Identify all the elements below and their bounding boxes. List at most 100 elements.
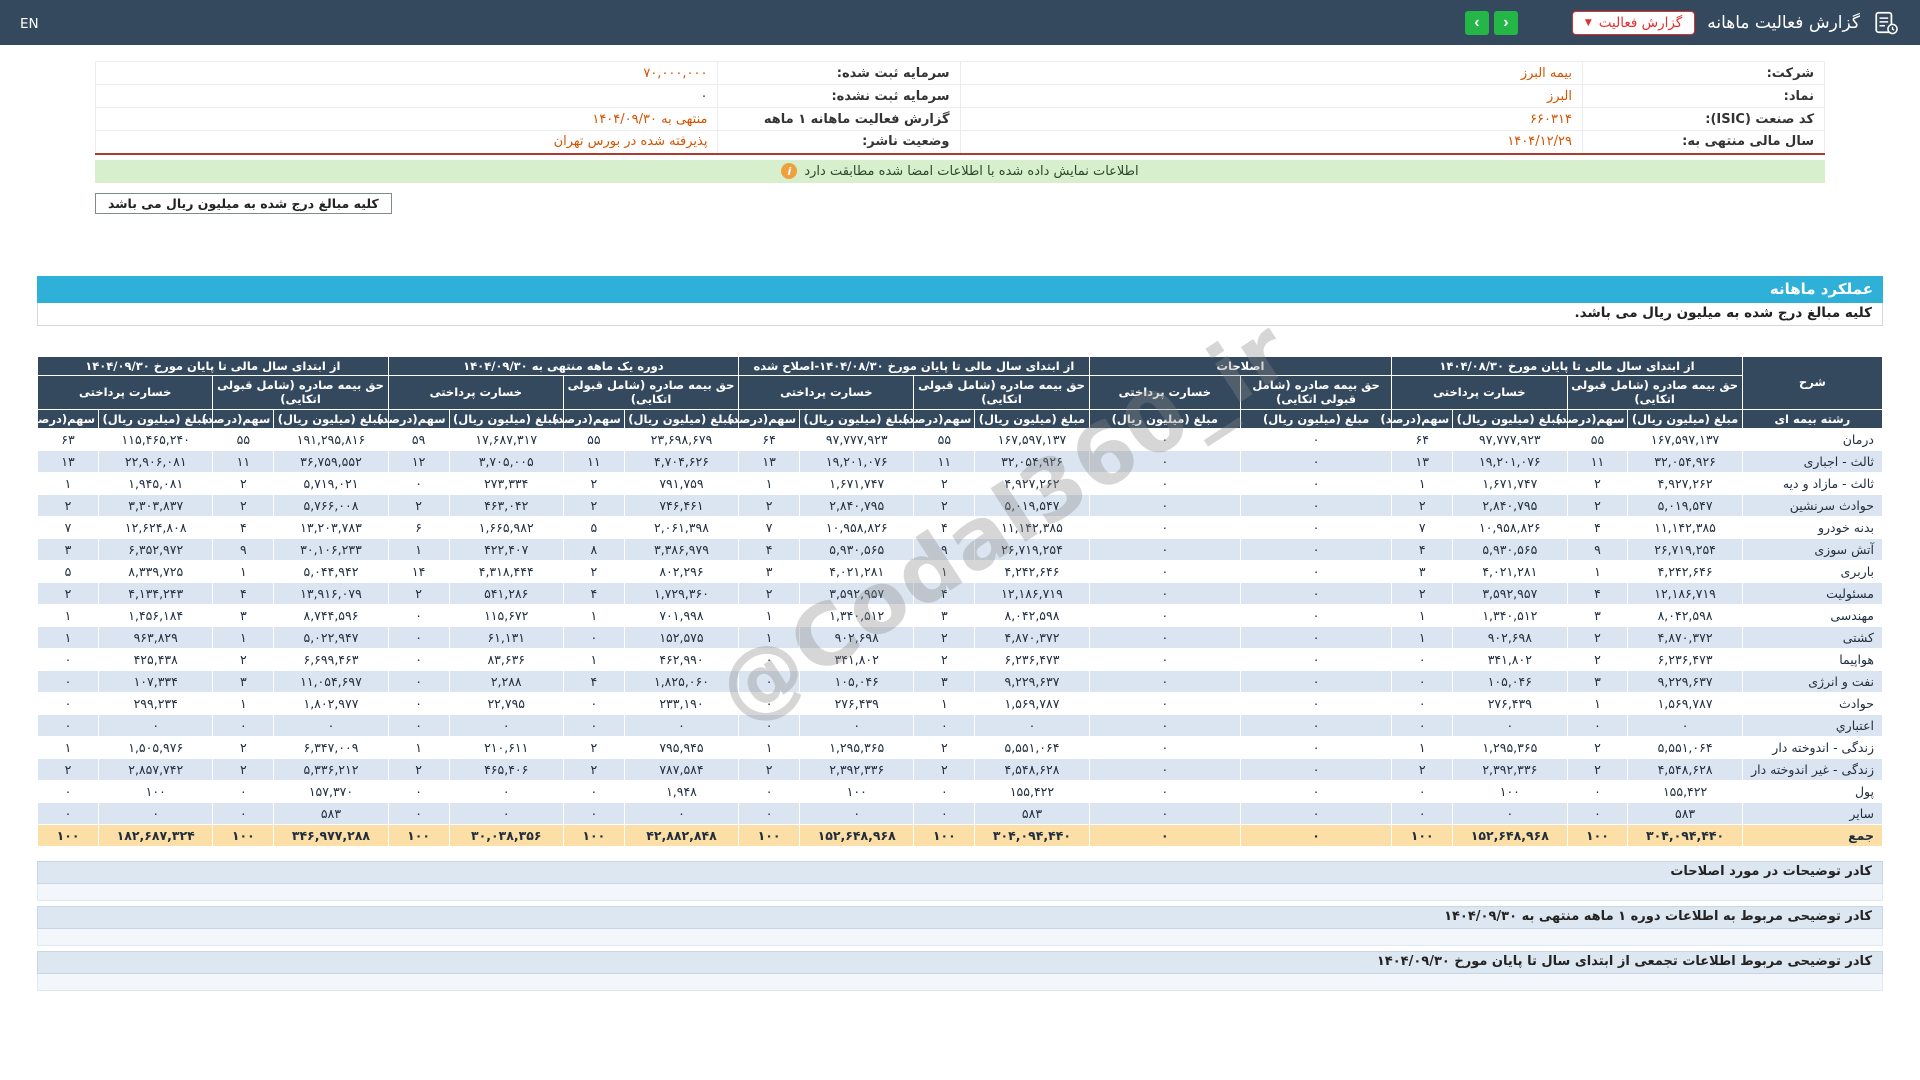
table-cell: ۴,۹۲۷,۲۶۲	[1627, 472, 1743, 495]
table-cell: ۹,۲۲۹,۶۳۷	[974, 670, 1090, 693]
table-cell: ۱,۹۴۸	[623, 780, 740, 803]
table-cell: ۱۵۲,۶۴۸,۹۶۸	[799, 824, 915, 847]
table-cell: ۱,۳۴۰,۵۱۲	[1452, 604, 1568, 627]
table-cell: ۳۴۶,۹۷۷,۲۸۸	[273, 824, 389, 847]
table-cell: ۲	[1566, 494, 1629, 517]
table-cell: ۲,۲۸۸	[448, 670, 564, 693]
col-group-header: دوره یک ماهه منتهی به ۱۴۰۴/۰۹/۳۰	[387, 355, 740, 376]
table-cell: ۰	[799, 714, 915, 737]
table-cell: ۳,۷۰۵,۰۰۵	[448, 450, 564, 473]
table-cell: ۹۰۲,۶۹۸	[1452, 626, 1568, 649]
table-cell: ۴	[1566, 516, 1629, 539]
info-label: سرمایه ثبت شده:	[717, 61, 961, 85]
col-group-header: از ابتدای سال مالی تا پایان مورخ ۱۴۰۴/۰۸…	[738, 355, 1090, 376]
table-cell: ۱	[36, 604, 100, 627]
col-subheader-premium: حق بیمه صادره (شامل قبولی اتکایی)	[1239, 374, 1393, 410]
table-cell: ۰	[1391, 714, 1454, 737]
table-cell: ۳	[1566, 670, 1629, 693]
table-cell: ۰	[1088, 758, 1241, 781]
table-cell: ۷۴۶,۴۶۱	[623, 494, 740, 517]
col-header-share: سهم(درصد)	[202, 408, 275, 430]
chevron-down-icon: ▼	[1584, 17, 1592, 28]
footer-note: کادر توضیحات در مورد اصلاحات	[37, 861, 1883, 901]
table-cell: ۹۷,۷۷۷,۹۲۳	[799, 428, 915, 451]
info-icon: i	[781, 163, 798, 179]
table-cell: ۱,۵۶۹,۷۸۷	[1627, 692, 1743, 715]
language-toggle[interactable]: EN	[20, 16, 39, 32]
table-cell: ۱۰۰	[212, 824, 275, 847]
table-cell: ۰	[974, 714, 1090, 737]
table-cell: ۱۳,۲۰۳,۷۸۳	[273, 516, 389, 539]
table-cell: ۱۹۱,۲۹۵,۸۱۶	[273, 428, 389, 451]
footer-note-body	[37, 929, 1883, 946]
col-header-share: سهم(درصد)	[1380, 408, 1454, 430]
table-cell: ۰	[1239, 450, 1393, 473]
col-header-description: شرح	[1741, 355, 1884, 410]
col-subheader-premium: حق بیمه صادره (شامل قبولی اتکایی)	[212, 374, 389, 410]
table-cell: ۰	[1391, 670, 1454, 693]
table-cell: ۲	[387, 758, 450, 781]
table-cell: ۰	[1088, 736, 1241, 759]
table-cell: ۱۱	[212, 450, 275, 473]
table-row: نفت و انرژی ۹,۲۲۹,۶۳۷ ۳ ۱۰۵,۰۴۶ ۰ ۰ ۰ ۹,۲۲۹,۶۳۷…	[36, 670, 1884, 693]
table-cell: ۱۰۷,۳۳۴	[98, 670, 214, 693]
col-header-amount: مبلغ (میلیون ریال)	[273, 408, 389, 430]
table-cell: ۰	[1239, 648, 1393, 671]
table-cell: ۵,۷۶۶,۰۰۸	[273, 494, 389, 517]
total-row: جمع ۳۰۴,۰۹۴,۴۴۰ ۱۰۰ ۱۵۲,۶۴۸,۹۶۸ ۱۰۰ ۰ ۰ ۳۰۴,۰۹۴…	[36, 824, 1884, 847]
table-cell: ۲	[1566, 472, 1629, 495]
table-cell: ۰	[212, 780, 275, 803]
report-type-dropdown[interactable]: گزارش فعالیت ▼	[1571, 10, 1696, 35]
table-cell: ۱۵۲,۵۷۵	[623, 626, 740, 649]
table-cell: ۲	[1566, 736, 1629, 759]
table-cell: ۰	[913, 714, 976, 737]
table-cell: ۴,۳۱۸,۴۴۴	[448, 560, 564, 583]
table-cell: ۳	[913, 604, 976, 627]
table-cell: ۴	[738, 538, 801, 561]
table-cell: ۱۳	[738, 450, 801, 473]
table-cell: ۰	[913, 780, 976, 803]
table-cell: ۲۷۶,۴۳۹	[799, 692, 915, 715]
table-cell: ۲	[1391, 758, 1454, 781]
info-value: ۷۰,۰۰۰,۰۰۰	[94, 61, 719, 85]
table-cell: ۲	[387, 494, 450, 517]
topbar-left-cluster: EN	[20, 13, 39, 32]
table-cell: ۲	[212, 758, 275, 781]
nav-prev-button[interactable]: ‹	[1464, 10, 1489, 35]
table-cell: ۶,۳۴۷,۰۰۹	[273, 736, 389, 759]
section-unit-note: کلیه مبالغ درج شده به میلیون ریال می باش…	[37, 302, 1883, 326]
table-cell: ۰	[387, 714, 450, 737]
table-cell: ۴,۸۷۰,۳۷۲	[974, 626, 1090, 649]
table-cell: ۵,۰۲۲,۹۴۷	[273, 626, 389, 649]
table-cell: ۰	[1239, 472, 1393, 495]
col-header-share: سهم(درصد)	[727, 408, 801, 430]
table-cell: ۶۳	[36, 428, 100, 451]
footer-note-body	[37, 884, 1883, 901]
table-cell: ۳۴۱,۸۰۲	[799, 648, 915, 671]
table-cell: ۱۱,۱۴۲,۳۸۵	[1627, 516, 1743, 539]
table-row: باربری ۴,۲۴۲,۶۴۶ ۱ ۴,۰۲۱,۲۸۱ ۳ ۰ ۰ ۴,۲۴۲,۶۴۶ ۱ ۴,…	[36, 560, 1884, 583]
table-cell: ۱	[562, 604, 625, 627]
table-cell: ۱	[212, 560, 275, 583]
table-cell: ۰	[562, 780, 625, 803]
row-label: نفت و انرژی	[1741, 670, 1884, 693]
table-cell: ۱۱	[1566, 450, 1629, 473]
table-cell: ۲	[562, 494, 625, 517]
table-cell: ۰	[387, 780, 450, 803]
row-label: حوادث	[1741, 692, 1884, 715]
table-cell: ۱	[738, 736, 801, 759]
table-cell: ۱	[738, 626, 801, 649]
table-cell: ۲	[738, 758, 801, 781]
row-label: هواپیما	[1741, 648, 1884, 671]
table-cell: ۱,۴۵۶,۱۸۴	[98, 604, 214, 627]
table-cell: ۶۴	[738, 428, 801, 451]
table-cell: ۲	[913, 494, 976, 517]
table-cell: ۳۲,۰۵۴,۹۲۶	[1627, 450, 1743, 473]
nav-next-button[interactable]: ›	[1493, 10, 1518, 35]
table-row: مهندسی ۸,۰۴۲,۵۹۸ ۳ ۱,۳۴۰,۵۱۲ ۱ ۰ ۰ ۸,۰۴۲,۵۹۸ ۳ ۱,…	[36, 604, 1884, 627]
table-cell: ۵,۰۱۹,۵۴۷	[974, 494, 1090, 517]
table-cell: ۲۶,۷۱۹,۲۵۴	[1627, 538, 1743, 561]
table-cell: ۴	[212, 516, 275, 539]
info-label: وضعیت ناشر:	[717, 130, 961, 154]
table-cell: ۰	[1088, 714, 1241, 737]
